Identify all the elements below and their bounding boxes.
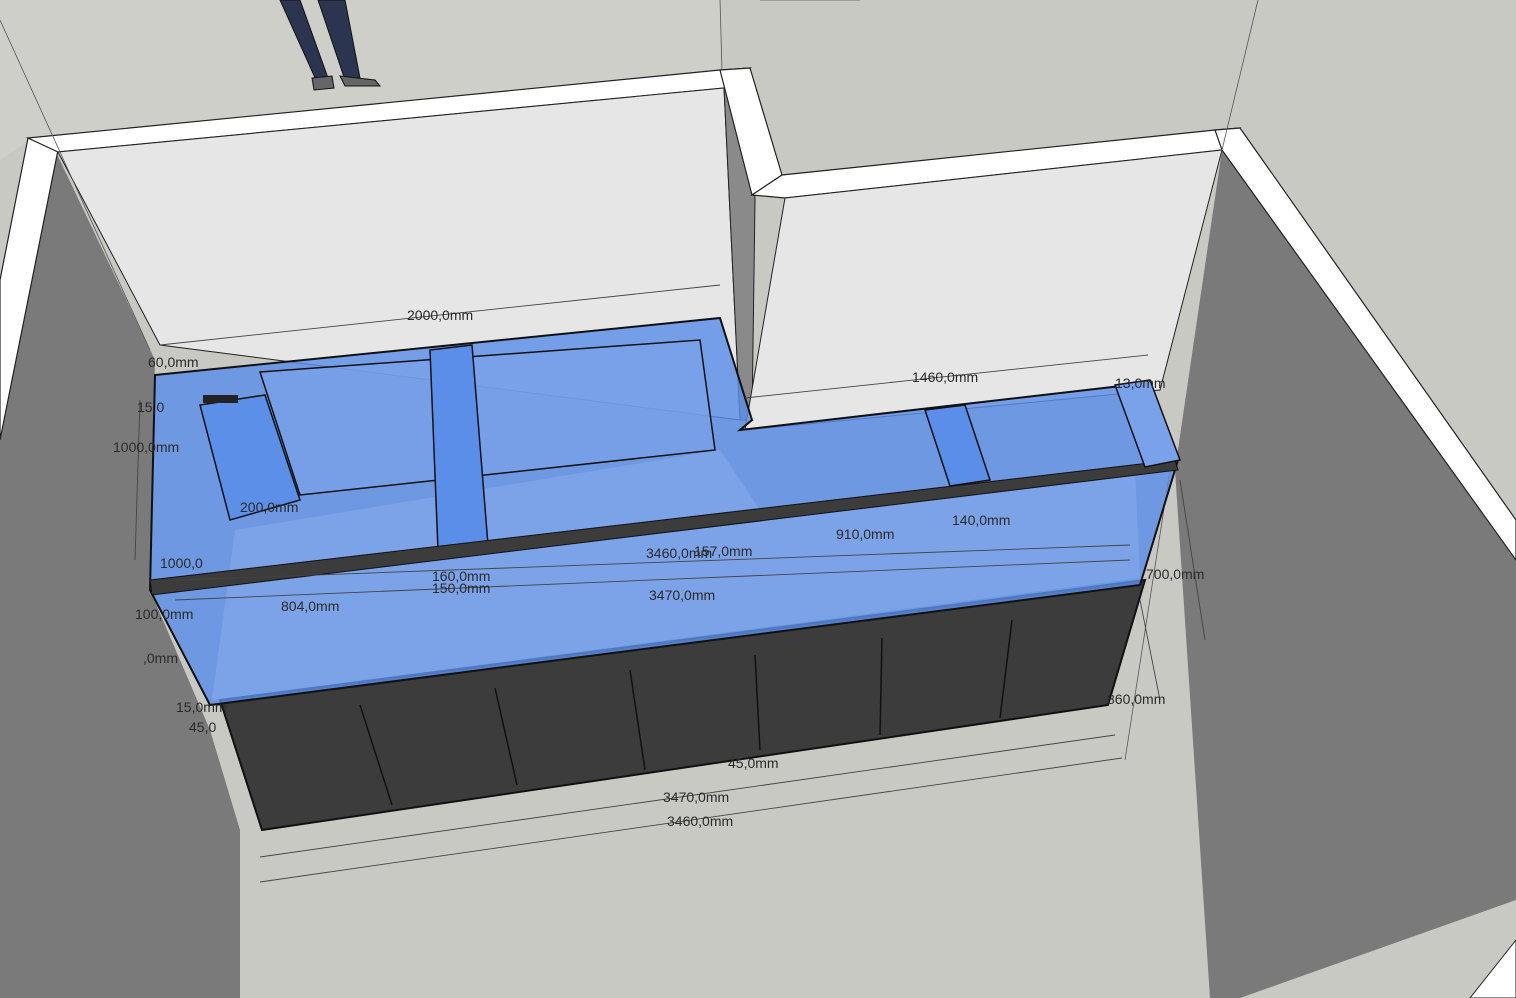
dim-15-lower: 15,0mm: [176, 699, 227, 715]
dim-60: 60,0mm: [148, 354, 199, 370]
dim-3470-top: 3470,0mm: [649, 587, 715, 603]
dim-1000-small: 1000,0: [160, 555, 203, 571]
dim-0-left: ,0mm: [143, 650, 178, 666]
dim-1000: 1000,0mm: [113, 439, 179, 455]
dim-150: 150,0mm: [432, 580, 490, 596]
dim-15-left: 15,0: [137, 399, 164, 415]
sketchup-3d-model-view: 2000,0mm 1460,0mm 60,0mm 15,0 1000,0mm 2…: [0, 0, 1516, 998]
dim-804: 804,0mm: [281, 598, 339, 614]
dim-860: 860,0mm: [1107, 691, 1165, 707]
dim-2000: 2000,0mm: [407, 307, 473, 323]
dim-910: 910,0mm: [836, 526, 894, 542]
dim-140: 140,0mm: [952, 512, 1010, 528]
dim-700: 700,0mm: [1146, 566, 1204, 582]
dim-13: 13,0mm: [1115, 375, 1166, 391]
dim-45-left: 45,0: [189, 719, 216, 735]
dim-45-center: 45,0mm: [728, 755, 779, 771]
dim-3460: 3460,0mm: [667, 813, 733, 829]
dim-3470: 3470,0mm: [663, 789, 729, 805]
dim-200: 200,0mm: [240, 499, 298, 515]
comb-overflow: [203, 395, 238, 403]
dim-1460: 1460,0mm: [912, 369, 978, 385]
dim-157: 157,0mm: [694, 543, 752, 559]
dim-100-left: 100,0mm: [135, 606, 193, 622]
